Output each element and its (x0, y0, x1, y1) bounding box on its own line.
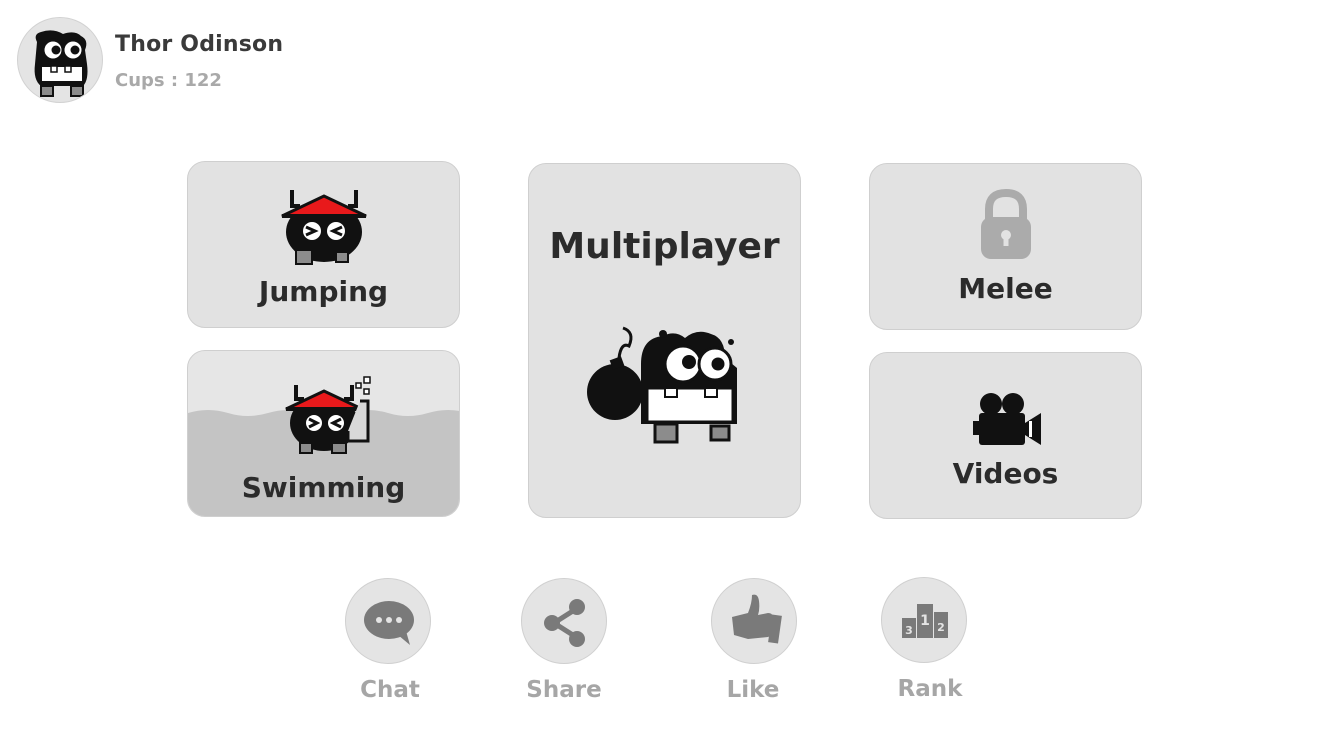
rank-button[interactable]: 3 1 2 (881, 577, 967, 663)
share-icon (544, 599, 585, 647)
thumbs-up-icon (732, 594, 782, 644)
jumping-mode-button[interactable]: Jumping (187, 161, 460, 328)
cups-count: Cups : 122 (115, 70, 222, 91)
jumping-label: Jumping (258, 275, 389, 308)
cups-value: 122 (184, 70, 222, 91)
melee-label: Melee (958, 272, 1053, 305)
svg-text:1: 1 (920, 613, 930, 629)
chat-label: Chat (360, 677, 420, 703)
videos-label: Videos (952, 457, 1059, 490)
monster-red-hat-icon (281, 190, 367, 265)
swimming-mode-button[interactable]: Swimming (187, 350, 460, 517)
like-button[interactable] (711, 578, 797, 664)
svg-text:2: 2 (937, 621, 945, 634)
podium-icon: 3 1 2 (902, 604, 948, 638)
monster-snorkel-icon (285, 376, 371, 454)
chat-bubble-icon (364, 601, 414, 645)
chat-button[interactable] (345, 578, 431, 664)
multiplayer-mode-button[interactable]: Multiplayer (528, 163, 801, 518)
avatar[interactable] (17, 17, 103, 103)
player-name: Thor Odinson (115, 32, 284, 57)
lock-icon (981, 189, 1031, 259)
like-label: Like (726, 677, 780, 703)
monster-face-icon (34, 30, 88, 97)
multiplayer-label: Multiplayer (549, 226, 780, 267)
svg-text:3: 3 (905, 624, 913, 637)
cups-label: Cups : (115, 70, 185, 91)
melee-mode-button[interactable]: Melee (869, 163, 1142, 330)
monster-bomb-icon (587, 326, 737, 444)
rank-label: Rank (897, 676, 963, 702)
share-button[interactable] (521, 578, 607, 664)
video-camera-icon (973, 393, 1041, 445)
share-label: Share (526, 677, 602, 703)
videos-button[interactable]: Videos (869, 352, 1142, 519)
swimming-label: Swimming (241, 471, 406, 504)
